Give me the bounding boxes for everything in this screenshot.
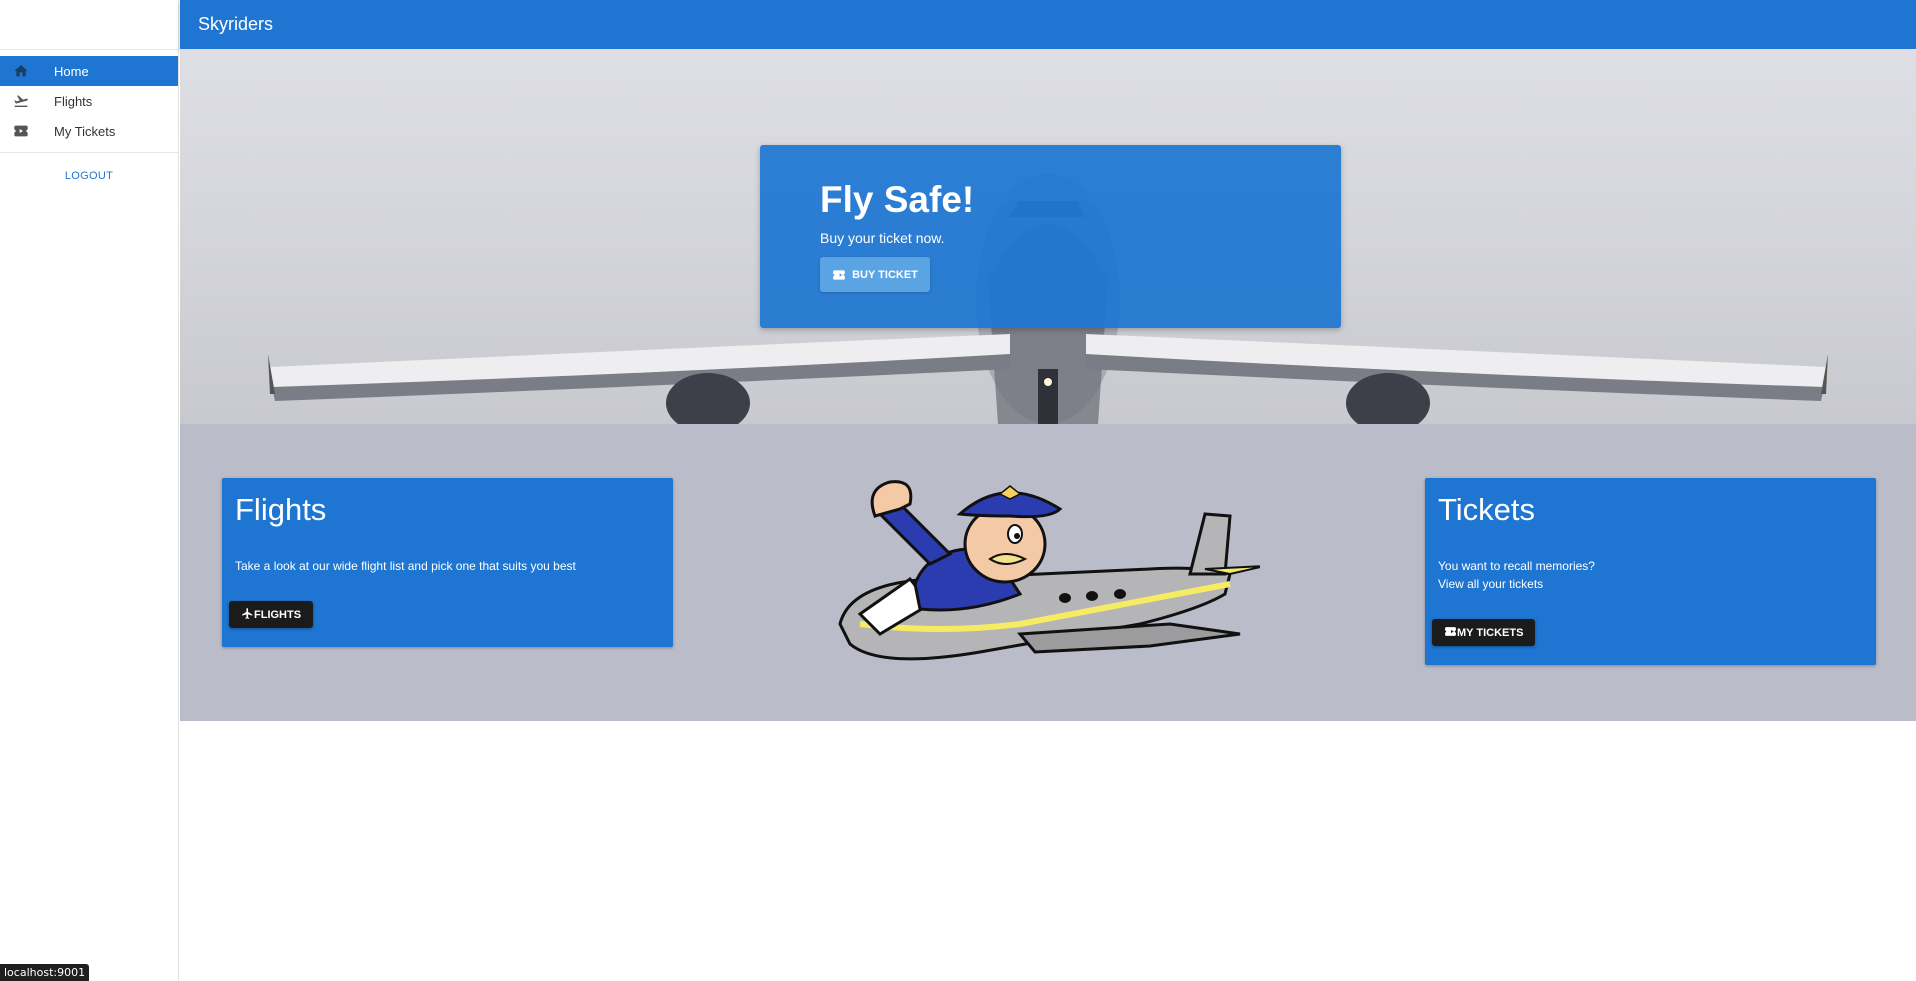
tickets-card: Tickets You want to recall memories? Vie… [1425,478,1876,665]
buy-ticket-label: BUY TICKET [852,268,918,281]
ticket-icon [1444,625,1457,641]
buy-ticket-button[interactable]: BUY TICKET [820,257,930,292]
promo-heading: Fly Safe! [820,179,975,220]
my-tickets-button-label: MY TICKETS [1457,626,1524,639]
tickets-card-title: Tickets [1438,492,1536,527]
flight-icon [241,607,254,623]
flights-card: Flights Take a look at our wide flight l… [222,478,673,647]
promo-card: Fly Safe! Buy your ticket now. BUY TICKE… [760,145,1341,328]
sidebar-drawer: Home Flights My Tickets LOGOUT [0,0,179,981]
app-title: Skyriders [198,14,274,34]
sidebar-item-home[interactable]: Home [0,56,178,86]
sidebar-item-label: Flights [54,93,93,109]
ticket-icon [832,268,846,282]
sidebar-item-label: Home [54,63,89,79]
hero-banner: Fly Safe! Buy your ticket now. BUY TICKE… [180,49,1916,424]
sidebar-nav: Home Flights My Tickets [0,50,178,153]
features-section: Flights Take a look at our wide flight l… [180,424,1916,721]
sidebar-header [0,0,178,50]
flights-card-title: Flights [235,492,327,527]
status-url: localhost:9001 [0,964,90,981]
pilot-cartoon-image [838,480,1260,661]
flights-card-text: Take a look at our wide flight list and … [235,559,576,573]
ticket-icon [13,123,29,139]
promo-subtext: Buy your ticket now. [820,230,945,246]
app-bar: Skyriders [180,0,1916,49]
sidebar-item-my-tickets[interactable]: My Tickets [0,116,178,146]
tickets-card-text: You want to recall memories? View all yo… [1438,557,1595,593]
tickets-card-text-line1: You want to recall memories? [1438,559,1595,573]
sidebar-item-flights[interactable]: Flights [0,86,178,116]
flights-button-label: FLIGHTS [254,608,302,621]
logout-button[interactable]: LOGOUT [0,170,178,182]
my-tickets-button[interactable]: MY TICKETS [1432,619,1536,646]
flight-takeoff-icon [13,93,29,109]
flights-button[interactable]: FLIGHTS [229,601,314,628]
tickets-card-text-line2: View all your tickets [1438,577,1544,591]
home-icon [13,63,29,79]
sidebar-item-label: My Tickets [54,123,116,139]
